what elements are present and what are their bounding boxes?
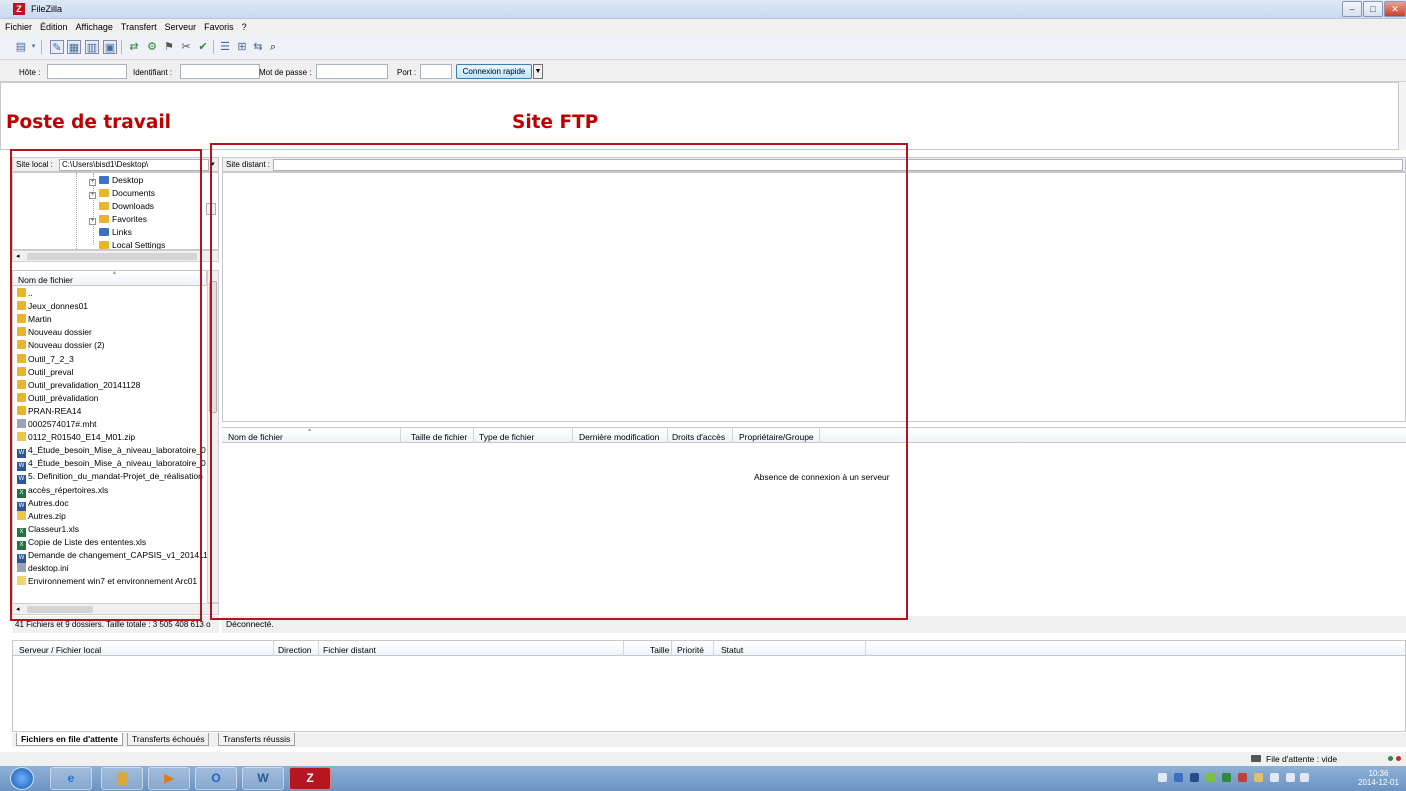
menu-edition[interactable]: Édition	[35, 19, 71, 32]
annotation-box-remote	[210, 143, 908, 620]
receive-indicator-icon	[1388, 756, 1393, 761]
title-bar: Z FileZilla – □ ✕	[0, 0, 1406, 19]
site-manager-icon[interactable]: ▤	[14, 40, 28, 54]
cancel-icon[interactable]: ⚑	[162, 40, 176, 54]
refresh-icon[interactable]: ⇄	[127, 40, 141, 54]
tab-failed-transfers[interactable]: Transferts échoués	[127, 733, 210, 746]
volume-icon[interactable]	[1300, 773, 1309, 782]
queue-header: Serveur / Fichier local Direction Fichie…	[12, 640, 1406, 656]
tray-security-icon[interactable]	[1222, 773, 1231, 782]
tray-app-icon[interactable]	[1206, 773, 1215, 782]
password-label: Mot de passe :	[259, 68, 312, 77]
column-separator[interactable]	[713, 641, 714, 656]
tab-successful-transfers[interactable]: Transferts réussis	[218, 733, 296, 746]
log-scrollbar[interactable]	[1399, 82, 1406, 150]
menu-help[interactable]: ?	[237, 19, 250, 32]
window-title: FileZilla	[31, 4, 63, 14]
menu-transfert[interactable]: Transfert	[116, 19, 160, 32]
filter-icon[interactable]: ☰	[218, 40, 232, 54]
tray-vpn-icon[interactable]	[1174, 773, 1183, 782]
close-button[interactable]: ✕	[1384, 1, 1406, 17]
tray-antivirus-icon[interactable]	[1238, 773, 1247, 782]
annotation-box-local	[10, 149, 202, 621]
column-separator[interactable]	[865, 641, 866, 656]
host-label: Hôte :	[19, 68, 41, 77]
word-icon[interactable]: W	[242, 767, 284, 790]
toolbar-separator	[121, 40, 122, 54]
bluetooth-icon[interactable]	[1190, 773, 1199, 782]
media-icon[interactable]: ▶	[148, 767, 190, 790]
status-bar	[0, 752, 1406, 766]
quickconnect-dropdown-icon[interactable]: ▼	[533, 64, 543, 79]
menu-favoris[interactable]: Favoris	[199, 19, 237, 32]
tab-queued-files[interactable]: Fichiers en file d'attente	[16, 733, 123, 746]
queue-tabs: Fichiers en file d'attente Transferts éc…	[12, 733, 1406, 747]
maximize-button[interactable]: □	[1363, 1, 1383, 17]
toggle-log-icon[interactable]: ✎	[50, 40, 64, 54]
overlay-label-local: Poste de travail	[6, 112, 172, 133]
outlook-icon[interactable]: O	[195, 767, 237, 790]
queue-status: File d'attente : vide	[1266, 754, 1338, 764]
queue-list[interactable]	[12, 656, 1406, 732]
ie-icon[interactable]: e	[50, 767, 92, 790]
clock-date: 2014-12-01	[1358, 778, 1399, 787]
signal-icon[interactable]	[1286, 773, 1295, 782]
queue-column-priority[interactable]: Priorité	[677, 645, 704, 655]
disconnect-icon[interactable]: ✂	[179, 40, 193, 54]
port-input[interactable]	[420, 64, 452, 79]
column-separator[interactable]	[623, 641, 624, 656]
toolbar-separator	[213, 40, 214, 54]
compare-icon[interactable]: ⊞	[235, 40, 249, 54]
menu-fichier[interactable]: Fichier	[0, 19, 35, 32]
tray-device-icon[interactable]	[1270, 773, 1279, 782]
toggle-local-tree-icon[interactable]: ▦	[67, 40, 81, 54]
queue-column-status[interactable]: Statut	[721, 645, 743, 655]
queue-column-remote[interactable]: Fichier distant	[323, 645, 376, 655]
queue-column-size[interactable]: Taille	[650, 645, 669, 655]
column-separator[interactable]	[671, 641, 672, 656]
user-label: Identifiant :	[133, 68, 173, 77]
password-input[interactable]	[316, 64, 388, 79]
toolbar: ▤ ▾ ✎ ▦ ▥ ▣ ⇄ ⚙ ⚑ ✂ ✔ ☰ ⊞ ⇆ ⌕	[0, 34, 1406, 60]
filezilla-taskbar-icon[interactable]: Z	[289, 767, 331, 790]
menu-bar: Fichier Édition Affichage Transfert Serveur F…	[0, 19, 1406, 34]
tray-network-icon[interactable]	[1158, 773, 1167, 782]
minimize-button[interactable]: –	[1342, 1, 1362, 17]
menu-affichage[interactable]: Affichage	[71, 19, 116, 32]
explorer-icon[interactable]: ▇	[101, 767, 143, 790]
sync-browse-icon[interactable]: ⇆	[251, 40, 265, 54]
process-queue-icon[interactable]: ⚙	[145, 40, 159, 54]
port-label: Port :	[397, 68, 417, 77]
message-log[interactable]	[0, 82, 1399, 150]
clock-time: 10:36	[1368, 769, 1389, 778]
start-orb-icon[interactable]	[10, 767, 34, 790]
dropdown-icon[interactable]: ▾	[29, 40, 38, 54]
overlay-label-remote: Site FTP	[512, 112, 599, 133]
tray-warning-icon[interactable]	[1254, 773, 1263, 782]
quickconnect-bar: Hôte : Identifiant : Mot de passe : Port…	[0, 60, 1406, 82]
filezilla-icon: Z	[13, 3, 25, 15]
send-indicator-icon	[1396, 756, 1401, 761]
queue-column-direction[interactable]: Direction	[278, 645, 312, 655]
host-input[interactable]	[47, 64, 127, 79]
queue-icon	[1251, 755, 1261, 762]
reconnect-icon[interactable]: ✔	[196, 40, 210, 54]
toggle-remote-tree-icon[interactable]: ▥	[85, 40, 99, 54]
toolbar-separator	[41, 40, 42, 54]
user-input[interactable]	[180, 64, 260, 79]
search-icon[interactable]: ⌕	[266, 40, 280, 54]
column-separator[interactable]	[273, 641, 274, 656]
tray-clock[interactable]: 10:36 2014-12-01	[1358, 769, 1399, 787]
column-separator[interactable]	[318, 641, 319, 656]
quickconnect-button[interactable]: Connexion rapide	[456, 64, 532, 79]
queue-column-local[interactable]: Serveur / Fichier local	[19, 645, 101, 655]
menu-serveur[interactable]: Serveur	[160, 19, 200, 32]
toggle-queue-icon[interactable]: ▣	[103, 40, 117, 54]
